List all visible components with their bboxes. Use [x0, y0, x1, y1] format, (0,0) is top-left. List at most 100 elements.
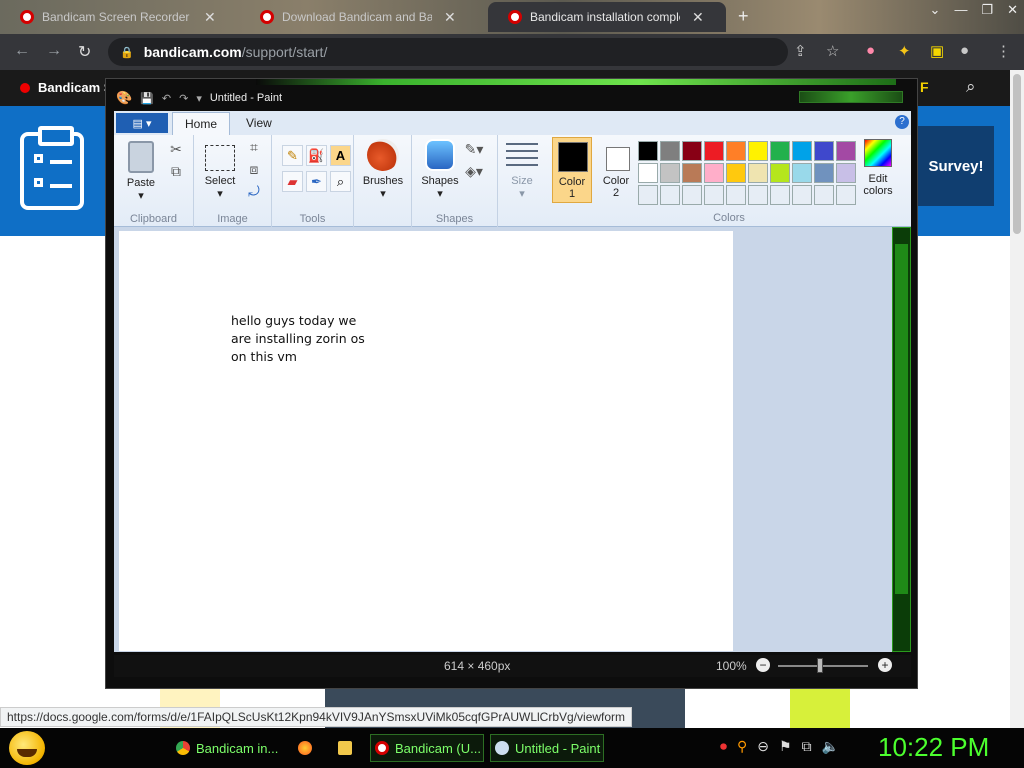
edit-colors-button[interactable]: Edit colors: [856, 139, 900, 197]
bandicam-tray-icon[interactable]: ⏺: [720, 738, 727, 755]
tab-home[interactable]: Home: [172, 112, 231, 135]
back-arrow-icon[interactable]: ←: [14, 42, 30, 60]
extensions-puzzle-icon[interactable]: ✦: [898, 42, 911, 60]
action-center-icon[interactable]: ⧉: [802, 738, 812, 755]
palette-swatch[interactable]: [792, 163, 812, 183]
palette-swatch[interactable]: [704, 185, 724, 205]
close-tab-icon[interactable]: ✕: [204, 9, 216, 26]
site-brand[interactable]: Bandicam S: [20, 80, 112, 95]
zoom-in-icon[interactable]: +: [878, 658, 892, 672]
palette-swatch[interactable]: [726, 163, 746, 183]
taskbar-item-files[interactable]: [334, 734, 358, 762]
reload-icon[interactable]: ↻: [78, 42, 91, 62]
resize-icon[interactable]: ⧈: [244, 159, 264, 179]
palette-swatch[interactable]: [770, 185, 790, 205]
palette-swatch[interactable]: [638, 185, 658, 205]
text-tool-icon[interactable]: A: [330, 145, 351, 166]
file-menu-button[interactable]: ▤ ▾: [116, 113, 168, 133]
cut-icon[interactable]: ✂: [166, 139, 186, 159]
palette-swatch[interactable]: [748, 163, 768, 183]
select-button[interactable]: Select ▾: [198, 141, 242, 201]
rotate-icon[interactable]: ⤾: [244, 181, 264, 201]
survey-button[interactable]: Survey!: [918, 126, 994, 206]
minimize-icon[interactable]: —: [954, 2, 967, 18]
page-scrollbar[interactable]: [1010, 70, 1024, 730]
search-icon[interactable]: ⌕: [966, 77, 976, 97]
browser-tab-2[interactable]: Download Bandicam and Bandic ✕: [240, 2, 485, 32]
palette-swatch[interactable]: [836, 141, 856, 161]
taskbar-item-paint[interactable]: Untitled - Paint: [490, 734, 604, 762]
search-tray-icon[interactable]: ⚲: [737, 738, 747, 755]
profile-avatar-icon[interactable]: ●: [960, 42, 969, 59]
zoom-slider-handle[interactable]: [817, 658, 823, 673]
save-icon[interactable]: 💾: [140, 92, 154, 105]
restore-icon[interactable]: ❐: [981, 2, 993, 18]
quick-access-dropdown-icon[interactable]: ▾: [196, 92, 202, 105]
palette-swatch[interactable]: [748, 185, 768, 205]
palette-swatch[interactable]: [836, 163, 856, 183]
chevron-down-icon[interactable]: ⌄: [930, 2, 941, 18]
sidebar-icon[interactable]: ▣: [930, 42, 944, 60]
fill-icon[interactable]: ◈▾: [464, 161, 484, 181]
palette-swatch[interactable]: [704, 141, 724, 161]
palette-swatch[interactable]: [814, 163, 834, 183]
window-controls[interactable]: [799, 91, 903, 103]
color1-button[interactable]: Color 1: [552, 137, 592, 203]
color-picker-icon[interactable]: ✒: [306, 171, 327, 192]
address-bar[interactable]: 🔒 bandicam.com/support/start/: [108, 38, 788, 66]
network-off-icon[interactable]: ⚑: [779, 738, 792, 755]
copy-icon[interactable]: ⧉: [166, 161, 186, 181]
help-icon[interactable]: ?: [895, 115, 909, 129]
close-icon[interactable]: ✕: [1007, 2, 1018, 18]
palette-swatch[interactable]: [726, 141, 746, 161]
start-menu-icon[interactable]: [9, 731, 45, 765]
extension-flag-icon[interactable]: ●: [866, 42, 875, 59]
palette-swatch[interactable]: [682, 185, 702, 205]
palette-swatch[interactable]: [726, 185, 746, 205]
palette-swatch[interactable]: [638, 163, 658, 183]
drawing-canvas[interactable]: hello guys today we are installing zorin…: [119, 231, 733, 651]
palette-swatch[interactable]: [748, 141, 768, 161]
palette-swatch[interactable]: [682, 163, 702, 183]
forward-arrow-icon[interactable]: →: [46, 42, 62, 60]
palette-swatch[interactable]: [770, 141, 790, 161]
color2-button[interactable]: Color 2: [596, 137, 636, 203]
fill-bucket-icon[interactable]: ⛽: [306, 145, 327, 166]
zoom-slider-track[interactable]: [778, 665, 868, 667]
redo-icon[interactable]: ↷: [179, 92, 188, 105]
brushes-button[interactable]: Brushes ▾: [360, 139, 406, 201]
palette-swatch[interactable]: [814, 185, 834, 205]
pencil-icon[interactable]: ✎: [282, 145, 303, 166]
palette-swatch[interactable]: [638, 141, 658, 161]
palette-swatch[interactable]: [770, 163, 790, 183]
taskbar-item-chrome[interactable]: Bandicam in...: [172, 734, 284, 762]
undo-icon[interactable]: ↶: [162, 92, 171, 105]
share-icon[interactable]: ⇪: [794, 42, 807, 60]
taskbar-item-firefox[interactable]: [294, 734, 318, 762]
taskbar-item-bandicam[interactable]: Bandicam (U...: [370, 734, 484, 762]
shapes-button[interactable]: Shapes ▾: [418, 139, 462, 201]
volume-icon[interactable]: 🔈: [822, 738, 839, 755]
site-nav-item[interactable]: F: [920, 79, 929, 95]
palette-swatch[interactable]: [660, 163, 680, 183]
palette-swatch[interactable]: [814, 141, 834, 161]
browser-tab-1[interactable]: Bandicam Screen Recorder Dow ✕: [0, 2, 245, 32]
zoom-out-icon[interactable]: −: [756, 658, 770, 672]
magnifier-icon[interactable]: ⌕: [330, 171, 351, 192]
palette-swatch[interactable]: [836, 185, 856, 205]
outline-icon[interactable]: ✎▾: [464, 139, 484, 159]
size-button[interactable]: Size ▾: [502, 143, 542, 201]
new-tab-icon[interactable]: +: [738, 6, 749, 27]
canvas-scrollbar[interactable]: [892, 227, 911, 652]
eraser-icon[interactable]: ▰: [282, 171, 303, 192]
bookmark-star-icon[interactable]: ☆: [826, 42, 839, 60]
paste-button[interactable]: Paste ▾: [120, 141, 162, 203]
taskbar-clock[interactable]: 10:22 PM: [878, 732, 989, 763]
status-tray-icon[interactable]: ⊖: [757, 738, 769, 755]
crop-icon[interactable]: ⌗: [244, 137, 264, 157]
palette-swatch[interactable]: [660, 185, 680, 205]
palette-swatch[interactable]: [792, 141, 812, 161]
close-tab-icon[interactable]: ✕: [444, 9, 456, 26]
close-tab-icon[interactable]: ✕: [692, 9, 704, 26]
palette-swatch[interactable]: [792, 185, 812, 205]
